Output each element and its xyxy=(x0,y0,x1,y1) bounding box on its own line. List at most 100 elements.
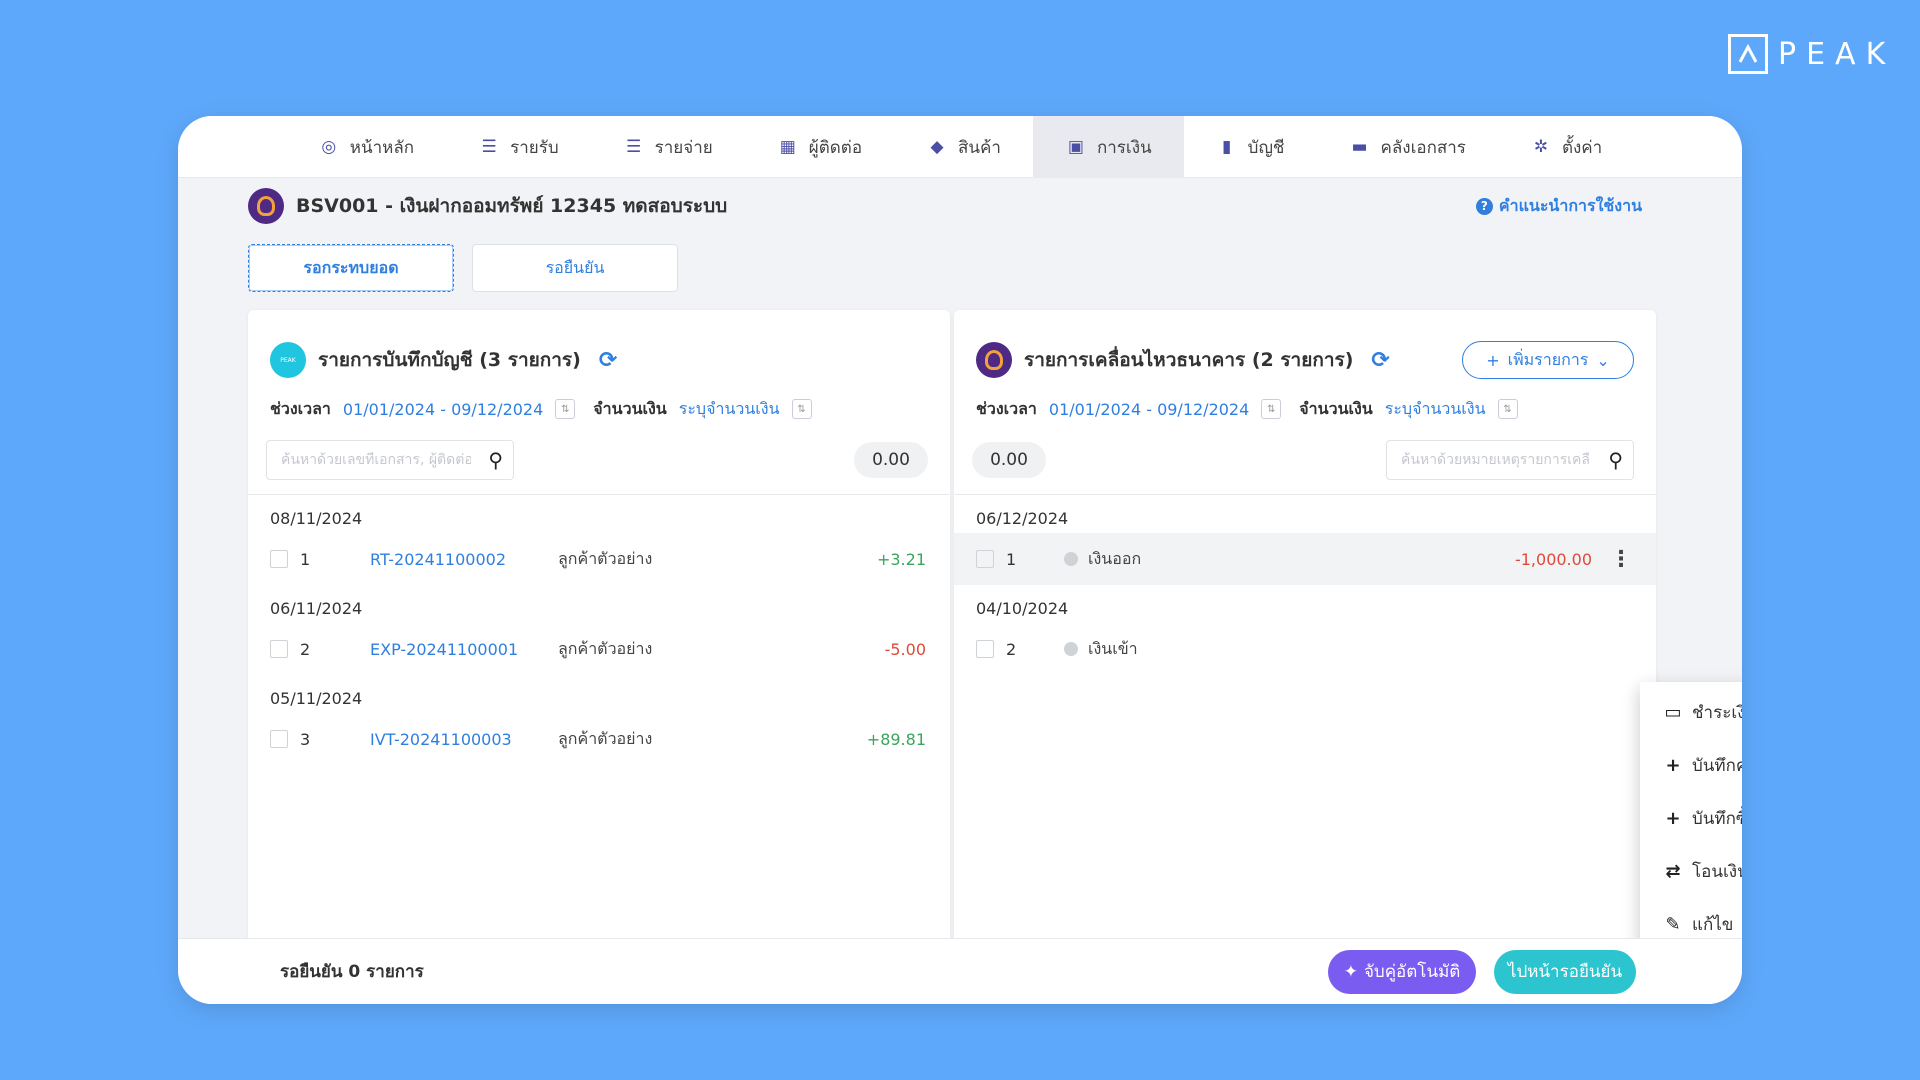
pending-count: รอยืนยัน 0 รายการ xyxy=(280,962,424,982)
bank-logo-icon xyxy=(976,342,1012,378)
nav-item[interactable]: ✲ ตั้งค่า xyxy=(1498,116,1634,178)
row-checkbox[interactable] xyxy=(976,640,994,658)
nav-item[interactable]: ▮ บัญชี xyxy=(1184,116,1317,178)
top-nav: ◎ หน้าหลัก ☰ รายรับ ☰ รายจ่าย ▦ ผู้ติดต่อ ◆ สินค้… xyxy=(178,116,1742,178)
auto-match-label: จับคู่อัตโนมัติ xyxy=(1363,962,1461,982)
amount-filter[interactable]: ระบุจำนวนเงิน xyxy=(679,397,780,422)
nav-item[interactable]: ◎ หน้าหลัก xyxy=(286,116,446,178)
sort-icon[interactable]: ⇅ xyxy=(791,399,812,419)
row-index: 1 xyxy=(300,549,311,569)
expense-list-icon: ☰ xyxy=(626,137,642,157)
money-bill-icon: ▭ xyxy=(1664,702,1682,723)
nav-item[interactable]: ▬ คลังเอกสาร xyxy=(1316,116,1497,178)
go-confirm-button[interactable]: ไปหน้ารอยืนยัน xyxy=(1494,949,1636,994)
product-box-icon: ◆ xyxy=(930,137,944,157)
row-amount: -1,000.00 xyxy=(1514,549,1592,569)
footer-bar: รอยืนยัน 0 รายการ ✦ จับคู่อัตโนมัติ ไปหน… xyxy=(178,938,1742,1004)
row-checkbox[interactable] xyxy=(270,730,288,748)
app-window: ◎ หน้าหลัก ☰ รายรับ ☰ รายจ่าย ▦ ผู้ติดต่อ ◆ สินค้… xyxy=(178,116,1742,1004)
period-filter[interactable]: 01/01/2024 - 09/12/2024 xyxy=(343,400,543,419)
question-circle-icon: ? xyxy=(1475,197,1493,215)
money-icon: ▣ xyxy=(1067,137,1084,157)
contacts-icon: ▦ xyxy=(779,137,796,157)
row-amount: -5.00 xyxy=(884,639,926,659)
table-row[interactable]: 1 เงินออก -1,000.00 ⋮ xyxy=(954,533,1656,585)
gear-icon: ✲ xyxy=(1533,137,1549,157)
sort-icon[interactable]: ⇅ xyxy=(1261,399,1282,419)
nav-item-label: คลังเอกสาร xyxy=(1380,137,1466,158)
row-checkbox[interactable] xyxy=(270,640,288,658)
menu-item[interactable]: + บันทึกซื้อสินค้า xyxy=(1640,792,1742,845)
bank-search-input[interactable] xyxy=(1401,452,1591,468)
nav-item-label: หน้าหลัก xyxy=(349,137,415,158)
nav-item[interactable]: ▦ ผู้ติดต่อ xyxy=(745,116,894,178)
search-icon[interactable]: ⚲ xyxy=(1608,448,1623,472)
row-index: 3 xyxy=(300,729,311,749)
nav-item-label: การเงิน xyxy=(1096,137,1152,158)
nav-item[interactable]: ◆ สินค้า xyxy=(894,116,1033,178)
bank-panel: รายการเคลื่อนไหวธนาคาร (2 รายการ) ⟳ + เพ… xyxy=(954,310,1656,950)
sort-icon[interactable]: ⇅ xyxy=(555,399,576,419)
bank-list: 06/12/2024 1 เงินออก -1,000.00 ⋮ 04/10/2024 2 เ… xyxy=(954,495,1656,675)
period-label: ช่วงเวลา xyxy=(270,398,331,418)
magic-wand-icon: ✦ xyxy=(1343,961,1358,982)
tab-pending-reconcile[interactable]: รอกระทบยอด xyxy=(248,244,454,292)
ledger-search-input[interactable] xyxy=(281,452,471,468)
nav-item-label: ตั้งค่า xyxy=(1561,137,1603,158)
period-label: ช่วงเวลา xyxy=(976,398,1037,418)
ledger-search: ⚲ xyxy=(266,440,514,480)
document-link[interactable]: RT-20241100002 xyxy=(370,550,558,569)
nav-item-label: รายจ่าย xyxy=(654,137,713,158)
auto-match-button[interactable]: ✦ จับคู่อัตโนมัติ xyxy=(1328,949,1476,994)
document-link[interactable]: EXP-20241100001 xyxy=(370,640,558,659)
refresh-icon[interactable]: ⟳ xyxy=(599,348,617,373)
nav-item[interactable]: ☰ รายรับ xyxy=(446,116,591,178)
row-checkbox[interactable] xyxy=(270,550,288,568)
tab-pending-confirm-label: รอยืนยัน xyxy=(545,257,605,277)
row-checkbox[interactable] xyxy=(976,550,994,568)
help-link[interactable]: ? คำแนะนำการใช้งาน xyxy=(1475,194,1642,219)
menu-item[interactable]: ⇄ โอนเงิน xyxy=(1640,845,1742,898)
plus-icon: + xyxy=(1665,808,1681,829)
peak-logo-text: PEAK xyxy=(1778,36,1896,72)
kebab-menu-icon[interactable]: ⋮ xyxy=(1610,547,1632,572)
ledger-total: 0.00 xyxy=(854,442,928,478)
income-list-icon: ☰ xyxy=(481,137,497,157)
edit-icon: ✎ xyxy=(1665,914,1681,935)
date-group-header: 08/11/2024 xyxy=(270,509,363,528)
table-row[interactable]: 2 EXP-20241100001 ลูกค้าตัวอย่าง -5.00 xyxy=(248,623,950,675)
peak-logo-mark-icon xyxy=(1728,34,1768,74)
nav-item[interactable]: ▣ การเงิน xyxy=(1032,116,1184,178)
bank-panel-title: รายการเคลื่อนไหวธนาคาร (2 รายการ) xyxy=(1024,349,1354,371)
tab-pending-reconcile-label: รอกระทบยอด xyxy=(303,257,399,277)
add-item-button[interactable]: + เพิ่มรายการ ⌄ xyxy=(1462,341,1634,379)
dashboard-icon: ◎ xyxy=(321,137,337,157)
menu-item[interactable]: ▭ ชำระเงิน xyxy=(1640,686,1742,739)
sort-icon[interactable]: ⇅ xyxy=(1497,399,1518,419)
tab-pending-confirm[interactable]: รอยืนยัน xyxy=(472,244,678,292)
document-link[interactable]: IVT-20241100003 xyxy=(370,730,558,749)
table-row[interactable]: 1 RT-20241100002 ลูกค้าตัวอย่าง +3.21 xyxy=(248,533,950,585)
refresh-icon[interactable]: ⟳ xyxy=(1371,348,1389,373)
period-filter[interactable]: 01/01/2024 - 09/12/2024 xyxy=(1049,400,1249,419)
menu-item-label: แก้ไข xyxy=(1692,915,1734,935)
transfer-arrows-icon: ⇄ xyxy=(1665,861,1681,882)
nav-item-label: รายรับ xyxy=(510,137,559,158)
folder-icon: ▬ xyxy=(1351,137,1368,157)
go-confirm-label: ไปหน้ารอยืนยัน xyxy=(1507,962,1623,982)
table-row[interactable]: 2 เงินเข้า xyxy=(954,623,1656,675)
date-group-header: 05/11/2024 xyxy=(270,689,363,708)
transaction-description: เงินเข้า xyxy=(1088,638,1138,658)
account-title: BSV001 - เงินฝากออมทรัพย์ 12345 ทดสอบระบ… xyxy=(296,195,728,217)
bank-total: 0.00 xyxy=(972,442,1046,478)
row-amount: +3.21 xyxy=(876,549,926,569)
amount-label: จำนวนเงิน xyxy=(1299,398,1373,418)
amount-filter[interactable]: ระบุจำนวนเงิน xyxy=(1385,397,1486,422)
table-row[interactable]: 3 IVT-20241100003 ลูกค้าตัวอย่าง +89.81 xyxy=(248,713,950,765)
search-icon[interactable]: ⚲ xyxy=(488,448,503,472)
date-group-header: 06/12/2024 xyxy=(976,509,1069,528)
chevron-down-icon: ⌄ xyxy=(1596,350,1610,370)
nav-item[interactable]: ☰ รายจ่าย xyxy=(591,116,745,178)
menu-item[interactable]: + บันทึกค่าใช้จ่าย xyxy=(1640,739,1742,792)
bank-logo-icon xyxy=(248,188,284,224)
